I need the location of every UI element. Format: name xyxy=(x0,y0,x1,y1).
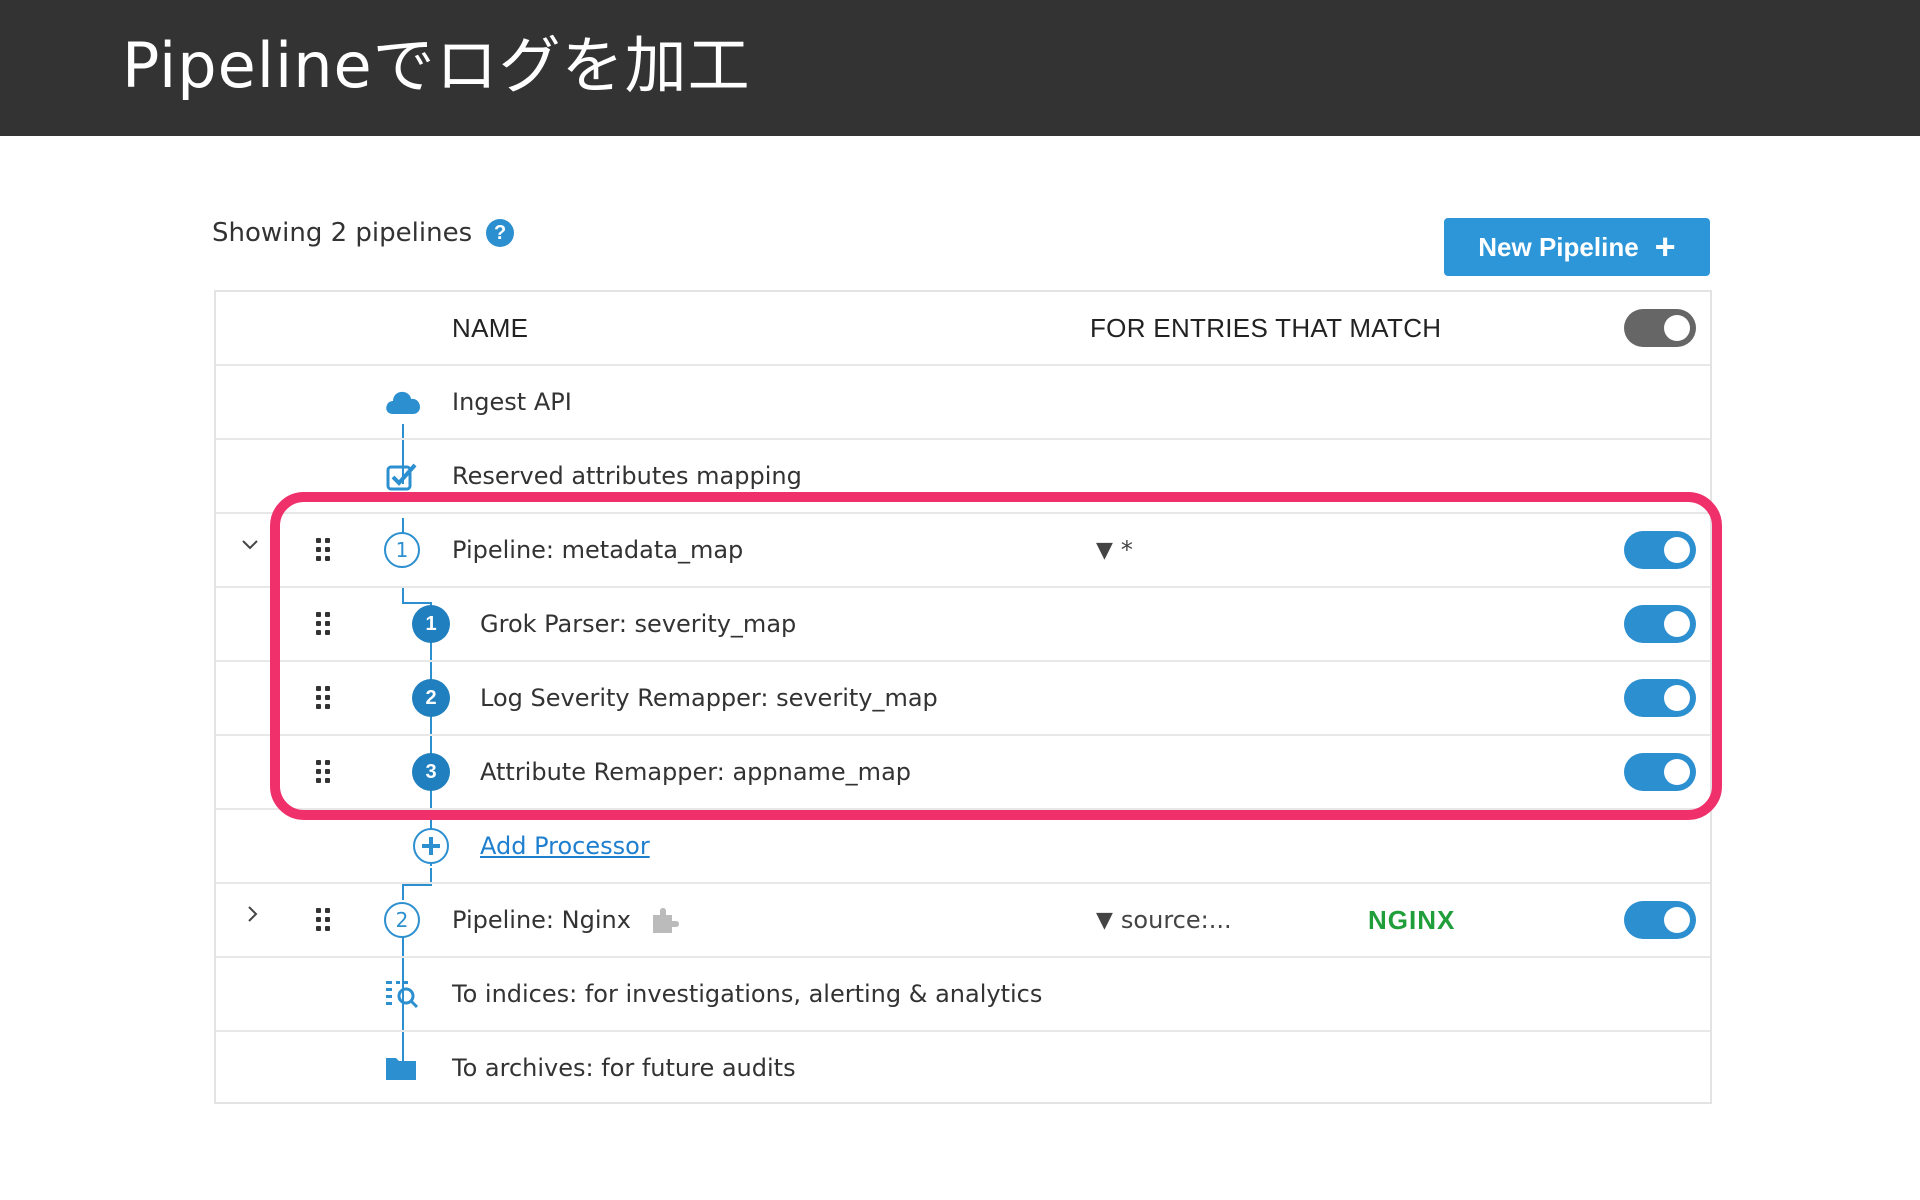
processor-3-name: Attribute Remapper: appname_map xyxy=(480,758,912,786)
toggle-knob xyxy=(1664,685,1690,711)
puzzle-icon xyxy=(650,884,682,956)
pipeline-number-badge: 2 xyxy=(384,902,420,938)
table-row-processor-2[interactable]: 2 Log Severity Remapper: severity_map xyxy=(216,662,1710,736)
indices-label: To indices: for investigations, alerting… xyxy=(452,980,1043,1008)
table-row-add-processor: Add Processor xyxy=(216,810,1710,884)
pipeline-1-filter-value: * xyxy=(1120,536,1133,564)
table-row-pipeline-1[interactable]: 1 Pipeline: metadata_map ▼ * xyxy=(216,514,1710,588)
drag-handle-icon[interactable] xyxy=(316,908,332,932)
chevron-right-icon[interactable] xyxy=(242,904,262,930)
table-row-reserved: Reserved attributes mapping xyxy=(216,440,1710,514)
toggle-knob xyxy=(1664,315,1690,341)
drag-handle-icon[interactable] xyxy=(316,538,332,562)
index-search-icon xyxy=(384,958,420,1030)
drag-handle-icon[interactable] xyxy=(316,760,332,784)
pipeline-2-filter-value: source:... xyxy=(1120,906,1232,934)
processor-2-name: Log Severity Remapper: severity_map xyxy=(480,684,938,712)
add-circle-icon[interactable] xyxy=(412,810,450,882)
add-processor-link[interactable]: Add Processor xyxy=(480,810,650,882)
table-row-pipeline-2[interactable]: 2 Pipeline: Nginx ▼ source:... NGINX xyxy=(216,884,1710,958)
processor-3-toggle[interactable] xyxy=(1624,753,1696,791)
ingest-label: Ingest API xyxy=(452,388,572,416)
header-toggle[interactable] xyxy=(1624,309,1696,347)
table-row-ingest: Ingest API xyxy=(216,366,1710,440)
cloud-icon xyxy=(384,366,422,438)
pipeline-1-toggle[interactable] xyxy=(1624,531,1696,569)
nginx-logo: NGINX xyxy=(1368,904,1456,935)
processor-number-badge: 2 xyxy=(412,679,450,717)
processor-1-toggle[interactable] xyxy=(1624,605,1696,643)
help-icon[interactable]: ? xyxy=(486,219,515,247)
pipeline-1-name: Pipeline: metadata_map xyxy=(452,536,744,564)
pipelines-table: NAME FOR ENTRIES THAT MATCH Ingest API R… xyxy=(214,290,1712,1104)
table-row-processor-3[interactable]: 3 Attribute Remapper: appname_map xyxy=(216,736,1710,810)
col-name-header: NAME xyxy=(452,312,529,343)
chevron-down-icon[interactable] xyxy=(240,534,260,560)
pipeline-1-filter: ▼ * xyxy=(1096,514,1133,586)
toggle-knob xyxy=(1664,907,1690,933)
folder-icon xyxy=(384,1032,418,1104)
pipeline-number-badge: 1 xyxy=(384,532,420,568)
table-header-row: NAME FOR ENTRIES THAT MATCH xyxy=(216,292,1710,366)
table-row-processor-1[interactable]: 1 Grok Parser: severity_map xyxy=(216,588,1710,662)
processor-1-name: Grok Parser: severity_map xyxy=(480,610,797,638)
col-match-header: FOR ENTRIES THAT MATCH xyxy=(1090,312,1442,343)
table-row-archives: To archives: for future audits xyxy=(216,1032,1710,1106)
new-pipeline-label: New Pipeline xyxy=(1478,231,1639,262)
pipeline-2-name: Pipeline: Nginx xyxy=(452,906,631,934)
checkbox-icon xyxy=(386,440,418,512)
table-row-indices: To indices: for investigations, alerting… xyxy=(216,958,1710,1032)
processor-2-toggle[interactable] xyxy=(1624,679,1696,717)
plus-icon: + xyxy=(1654,226,1676,267)
toggle-knob xyxy=(1664,759,1690,785)
showing-text: Showing 2 pipelines xyxy=(212,218,473,248)
slide-title: Pipelineでログを加工 xyxy=(122,29,751,102)
slide-header-bar: Pipelineでログを加工 xyxy=(0,0,1920,136)
filter-icon: ▼ xyxy=(1096,907,1113,933)
processor-number-badge: 1 xyxy=(412,605,450,643)
processor-number-badge: 3 xyxy=(412,753,450,791)
drag-handle-icon[interactable] xyxy=(316,612,332,636)
archives-label: To archives: for future audits xyxy=(452,1054,796,1082)
pipeline-2-filter: ▼ source:... xyxy=(1096,884,1232,956)
reserved-label: Reserved attributes mapping xyxy=(452,462,802,490)
pipelines-count: Showing 2 pipelines ? xyxy=(212,218,515,248)
toggle-knob xyxy=(1664,611,1690,637)
toggle-knob xyxy=(1664,537,1690,563)
filter-icon: ▼ xyxy=(1096,537,1113,563)
new-pipeline-button[interactable]: New Pipeline + xyxy=(1444,218,1710,276)
drag-handle-icon[interactable] xyxy=(316,686,332,710)
pipeline-2-toggle[interactable] xyxy=(1624,901,1696,939)
